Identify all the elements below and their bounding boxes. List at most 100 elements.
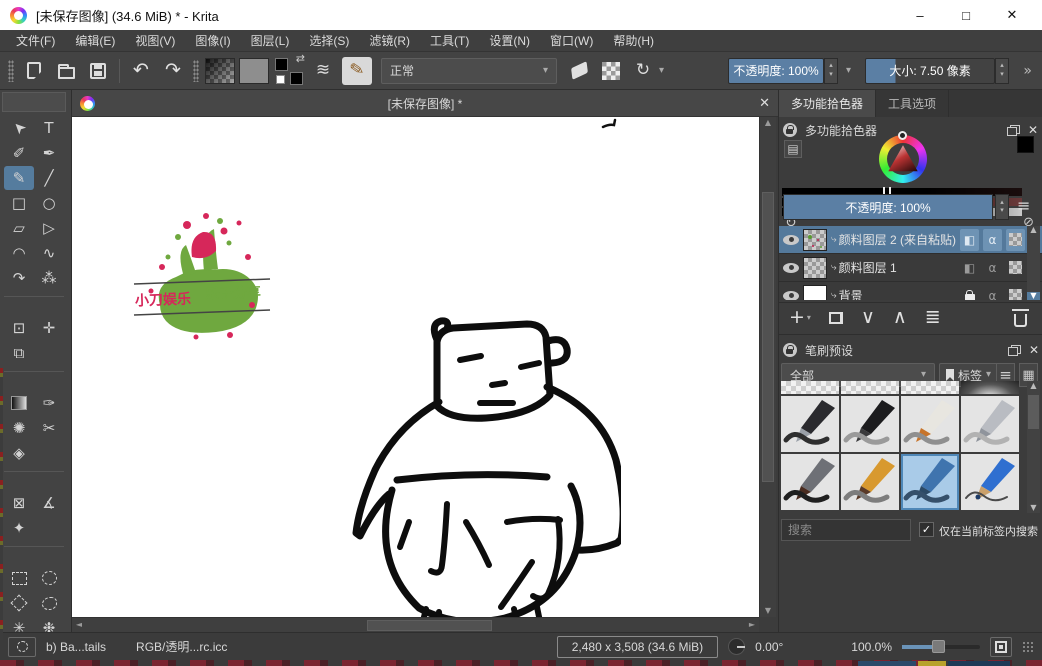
close-docker-icon[interactable]: ✕	[1029, 344, 1039, 356]
eraser-mode-button[interactable]	[566, 57, 592, 85]
opacity-spinbox[interactable]: ▴▾	[824, 58, 838, 84]
layer-options-menu-icon[interactable]: ≡	[1017, 198, 1030, 214]
brush-editor-button[interactable]: ✎	[342, 57, 372, 85]
brush-scroll-thumb[interactable]	[1028, 395, 1039, 429]
layer-lock-icon[interactable]	[960, 285, 979, 301]
brush-preset-pencil-blue[interactable]	[961, 454, 1019, 510]
tool-line[interactable]: ╱	[34, 166, 64, 190]
tool-dynamic-brush[interactable]: ↷	[4, 266, 34, 290]
scroll-down-icon[interactable]: ▼	[1027, 292, 1040, 300]
brush-grid-scrollbar[interactable]: ▲ ▼	[1027, 381, 1040, 513]
tool-reference-images[interactable]: ✦	[4, 516, 34, 540]
menu-item-1[interactable]: 编辑(E)	[65, 32, 125, 49]
scroll-right-icon[interactable]: ►	[745, 621, 759, 629]
layer-visibility-eye-icon[interactable]	[783, 291, 799, 301]
horizontal-scroll-thumb[interactable]	[367, 620, 492, 631]
layer-visibility-eye-icon[interactable]	[783, 235, 799, 245]
search-scope-checkbox[interactable]: ✓	[919, 522, 934, 537]
brush-docker-header[interactable]: 笔刷预设 ✕	[783, 341, 1039, 359]
toolbar-grip[interactable]	[8, 60, 14, 82]
tool-select-shapes[interactable]: ➤	[4, 116, 34, 140]
tool-ellipse-select[interactable]	[34, 566, 64, 590]
alpha-lock-icon[interactable]: α	[983, 229, 1002, 251]
gradient-swatch-button[interactable]	[205, 58, 235, 84]
scroll-left-icon[interactable]: ◄	[72, 621, 86, 629]
scroll-down-icon[interactable]: ▼	[760, 607, 776, 615]
brush-preset-paintbrush-dark[interactable]	[781, 454, 839, 510]
layer-opacity-slider[interactable]: 不透明度: 100%	[783, 194, 993, 220]
tool-fill[interactable]: ◈	[4, 441, 34, 465]
canvas-vertical-scrollbar[interactable]: ▲ ▼	[759, 117, 776, 617]
vertical-scroll-thumb[interactable]	[762, 192, 774, 482]
close-button[interactable]: ✕	[992, 2, 1032, 28]
zoom-slider-knob[interactable]	[932, 640, 945, 653]
menu-item-6[interactable]: 滤镜(R)	[359, 32, 420, 49]
tool-gradient[interactable]	[4, 391, 34, 415]
minimize-button[interactable]: –	[900, 2, 940, 28]
redo-button[interactable]: ↷	[160, 57, 186, 85]
float-docker-icon[interactable]	[1008, 345, 1021, 356]
lock-icon[interactable]	[783, 343, 797, 357]
brush-preset-partial-1[interactable]	[841, 381, 899, 394]
tool-bezier-curve[interactable]: ◠	[4, 241, 34, 265]
tool-calligraphy[interactable]: ✒	[34, 141, 64, 165]
tool-measure[interactable]: ∡	[34, 491, 64, 515]
menu-item-2[interactable]: 视图(V)	[125, 32, 185, 49]
move-layer-up-button[interactable]: ∧	[893, 308, 907, 327]
preserve-alpha-button[interactable]	[598, 57, 624, 85]
menu-item-9[interactable]: 窗口(W)	[540, 32, 603, 49]
alpha-channel-icon[interactable]	[1006, 229, 1025, 251]
brush-preset-watercolor-blue[interactable]	[901, 454, 959, 510]
layer-thumbnail[interactable]	[803, 257, 827, 279]
add-layer-button[interactable]: + ▾	[789, 308, 811, 327]
layer-thumbnail[interactable]	[803, 229, 827, 251]
tool-move[interactable]: ✛	[34, 316, 64, 340]
size-spinbox[interactable]: ▴▾	[995, 58, 1009, 84]
canvas-rotation-dial[interactable]	[728, 638, 745, 655]
reload-dropdown-arrow[interactable]: ▾	[659, 66, 664, 76]
zoom-fit-button[interactable]	[990, 637, 1012, 657]
float-docker-icon[interactable]	[1007, 125, 1020, 136]
tool-colorize-mask[interactable]: ✺	[4, 416, 34, 440]
tool-enclose-fill[interactable]: ⊠	[4, 491, 34, 515]
open-document-button[interactable]	[53, 57, 79, 85]
tool-freehand-path[interactable]: ∿	[34, 241, 64, 265]
color-settings-button[interactable]: ▤	[784, 140, 802, 158]
canvas-tab-bar[interactable]: [未保存图像] * ✕	[72, 90, 778, 117]
save-button[interactable]	[85, 57, 111, 85]
toolbar-grip[interactable]	[193, 60, 199, 82]
alpha-channel-icon[interactable]	[1006, 285, 1025, 301]
tool-ellipse[interactable]: ○	[34, 191, 64, 215]
layer-row-1[interactable]: ⤷颜料图层 1◧α	[779, 254, 1042, 282]
layer-opacity-spinbox[interactable]: ▴▾	[995, 194, 1009, 220]
brush-preset-paintbrush-orange[interactable]	[841, 454, 899, 510]
menu-item-3[interactable]: 图像(I)	[185, 32, 240, 49]
tool-text[interactable]: T	[34, 116, 64, 140]
brush-option-widget-button[interactable]: ≋	[310, 57, 336, 85]
brush-preset-partial-2[interactable]	[901, 381, 959, 394]
tool-polygon[interactable]: ▱	[4, 216, 34, 240]
alpha-lock-icon[interactable]: α	[983, 257, 1002, 279]
delete-layer-button[interactable]	[1014, 314, 1027, 327]
layer-thumbnail[interactable]	[803, 285, 827, 301]
alpha-channel-icon[interactable]	[1006, 257, 1025, 279]
brush-size-slider[interactable]: 大小: 7.50 像素	[865, 58, 995, 84]
brush-preset-partial-0[interactable]	[781, 381, 839, 394]
inherit-alpha-icon[interactable]: ◧	[960, 257, 979, 279]
blending-mode-dropdown[interactable]: 正常 ▾	[381, 58, 557, 84]
background-color-swatch[interactable]	[290, 72, 303, 85]
brush-preset-ink-pen-black[interactable]	[781, 396, 839, 452]
opacity-dropdown-arrow[interactable]: ▾	[846, 66, 851, 76]
layer-properties-button[interactable]: ≣	[925, 308, 941, 327]
tool-transform[interactable]: ⊡	[4, 316, 34, 340]
move-layer-down-button[interactable]: ∨	[861, 308, 875, 327]
layer-row-0[interactable]: ⤷颜料图层 2 (来自粘贴)◧α	[779, 226, 1042, 254]
brush-preset-marker-black[interactable]	[841, 396, 899, 452]
pattern-swatch-button[interactable]	[239, 58, 269, 84]
tool-smart-patch[interactable]: ✂	[34, 416, 64, 440]
reload-preset-button[interactable]: ↻	[630, 57, 656, 85]
canvas[interactable]: 小刀娱乐 乐于分享	[72, 117, 759, 617]
menu-item-0[interactable]: 文件(F)	[6, 32, 65, 49]
tool-color-sampler[interactable]: ✑	[34, 391, 64, 415]
scroll-up-icon[interactable]: ▲	[760, 119, 776, 127]
